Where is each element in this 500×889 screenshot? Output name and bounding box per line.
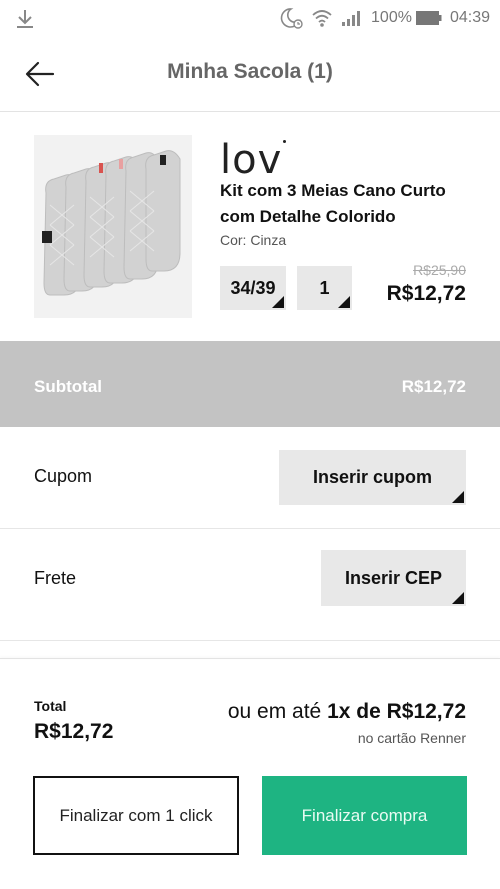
card-note: no cartão Renner [357,730,466,746]
total-value: R$12,72 [34,720,114,743]
subtotal-value: R$12,72 [401,377,466,396]
moon-alarm-icon [279,7,303,29]
coupon-row: Cupom Inserir cupom [0,428,500,529]
product-name[interactable]: Kit com 3 Meias Cano Curto com Detalhe C… [220,178,470,230]
old-price: R$25,90 [413,262,466,278]
total-label: Total [34,698,67,714]
cart-item: lov Kit com 3 Meias Cano Curto com Detal… [0,112,500,340]
signal-icon [341,9,363,27]
battery-indicator: 100% [371,9,442,27]
quantity-select[interactable]: 1 [297,266,352,310]
page-title: Minha Sacola (1) [167,60,333,83]
shipping-row: Frete Inserir CEP [0,530,500,641]
product-color: Cor: Cinza [220,232,287,248]
current-price: R$12,72 [386,282,466,305]
product-image[interactable] [34,135,192,318]
insert-coupon-button[interactable]: Inserir cupom [279,450,466,505]
shipping-label: Frete [34,568,77,588]
subtotal-label: Subtotal [34,377,102,396]
battery-icon [415,11,442,25]
installments-value: 1x de R$12,72 [327,700,466,723]
clock: 04:39 [449,9,490,26]
installments-info: ou em até 1x de R$12,72 [228,700,466,724]
download-icon [14,8,36,30]
app-header: Minha Sacola (1) [0,36,500,112]
checkout-button[interactable]: Finalizar compra [262,776,467,855]
brand-logo: lov [220,140,287,182]
status-icons: 100% 04:39 [279,6,490,30]
coupon-label: Cupom [34,466,93,486]
divider [0,658,500,659]
status-bar: 100% 04:39 [0,0,500,36]
one-click-checkout-button[interactable]: Finalizar com 1 click [33,776,239,855]
subtotal-bar: Subtotal R$12,72 [0,341,500,427]
installments-prefix: ou em até [227,700,328,723]
wifi-icon [311,8,333,28]
battery-percent: 100% [371,9,412,26]
size-select[interactable]: 34/39 [220,266,286,310]
insert-cep-button[interactable]: Inserir CEP [321,550,466,606]
